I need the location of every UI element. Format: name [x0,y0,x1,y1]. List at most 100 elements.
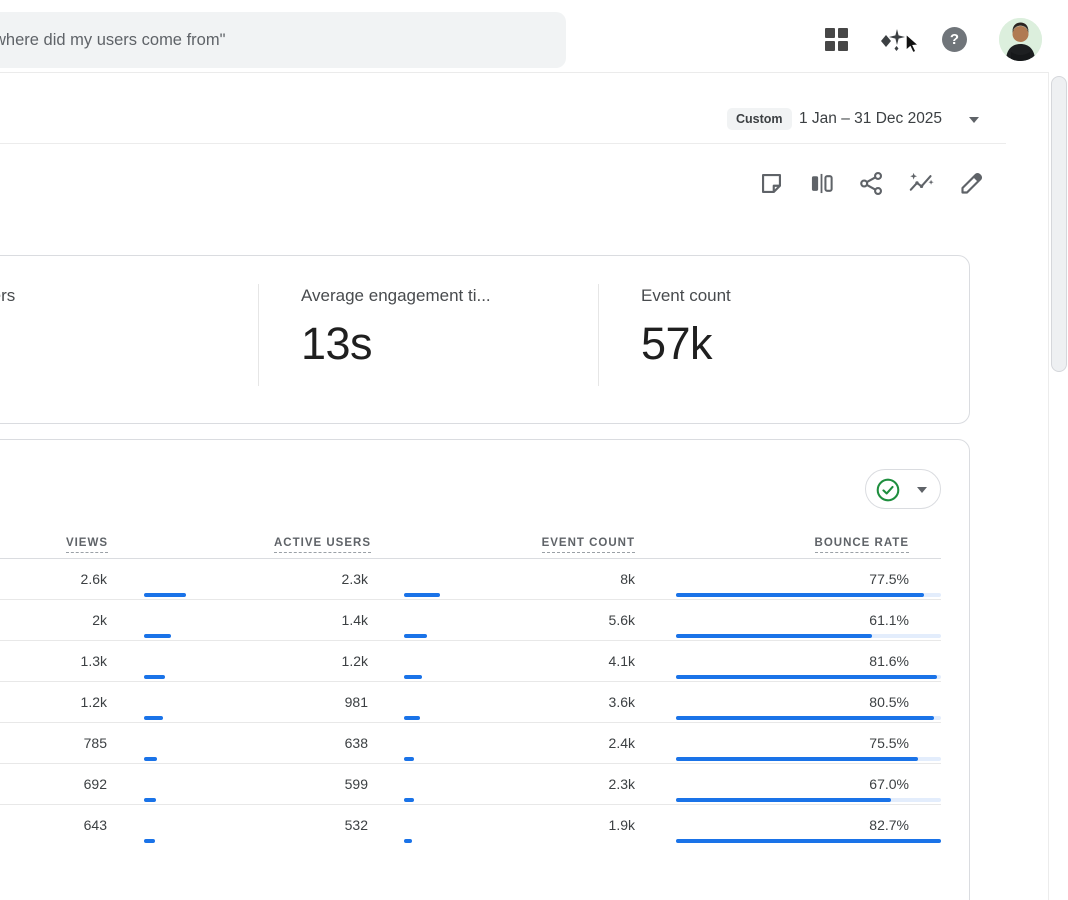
edit-button[interactable] [958,169,986,197]
active-users-cell: 1.2k [342,653,368,669]
bounce-rate-bar [676,634,872,638]
active-users-cell: 1.4k [342,612,368,628]
views-cell: 643 [84,817,107,833]
active-users-cell: 599 [345,776,368,792]
date-range-selector[interactable]: 1 Jan – 31 Dec 2025 [799,110,942,128]
views-bar [144,675,165,679]
views-bar [144,757,157,761]
active-users-cell: 532 [345,817,368,833]
search-input[interactable]: where did my users come from" [0,12,566,68]
comparison-button[interactable] [808,169,836,197]
views-bar [144,798,156,802]
metric-value: 57k [641,318,712,370]
event-count-cell: 4.1k [609,653,635,669]
views-cell: 1.2k [81,694,107,710]
metric-divider [598,284,599,386]
active-users-cell: 638 [345,735,368,751]
bounce-rate-bar [676,716,934,720]
views-bar [144,716,163,720]
bounce-rate-cell: 61.1% [869,612,909,628]
bounce-rate-cell: 75.5% [869,735,909,751]
bounce-rate-cell: 77.5% [869,571,909,587]
data-quality-chevron-down-icon [917,487,927,493]
views-bar [144,634,171,638]
user-avatar[interactable] [999,18,1042,61]
event-count-cell: 2.4k [609,735,635,751]
table-row: 2k 1.4k 5.6k 61.1% [0,600,941,641]
table-row: 785 638 2.4k 75.5% [0,723,941,764]
active-users-bar [404,634,427,638]
active-users-bar [404,798,414,802]
views-cell: 692 [84,776,107,792]
active-users-bar [404,675,422,679]
views-cell: 785 [84,735,107,751]
insights-icon [908,170,935,197]
date-custom-badge: Custom [727,108,792,130]
section-divider [0,143,1006,144]
column-header-active-users[interactable]: ACTIVE USERS [274,537,371,553]
event-count-cell: 5.6k [609,612,635,628]
views-cell: 1.3k [81,653,107,669]
table-row: 2.6k 2.3k 8k 77.5% [0,559,941,600]
metric-label: Average engagement ti... [301,286,491,306]
table-row: 1.2k 981 3.6k 80.5% [0,682,941,723]
metric-label: Event count [641,286,731,306]
bounce-rate-cell: 82.7% [869,817,909,833]
header-divider [0,72,1048,73]
views-bar [144,593,186,597]
bounce-rate-bar [676,839,941,843]
search-query-text: where did my users come from" [0,12,225,68]
bounce-rate-cell: 67.0% [869,776,909,792]
gemini-sparkle-button[interactable] [878,26,906,54]
column-header-bounce-rate[interactable]: BOUNCE RATE [815,537,909,553]
summary-metrics-card: New users 4k Average engagement ti... 13… [0,255,970,424]
bounce-rate-bar [676,675,937,679]
data-quality-button[interactable] [865,469,941,509]
help-button[interactable]: ? [942,27,967,52]
column-header-views[interactable]: VIEWS [66,537,108,553]
date-chevron-down-icon[interactable] [969,117,979,123]
metric-value: 13s [301,318,372,370]
table-body: 2.6k 2.3k 8k 77.5% 2k 1.4k 5.6k 61.1% 1.3k 1.2k 4.… [0,559,941,845]
apps-grid-button[interactable] [824,27,849,52]
table-row: 1.3k 1.2k 4.1k 81.6% [0,641,941,682]
event-count-cell: 2.3k [609,776,635,792]
apps-grid-icon [824,27,849,52]
report-table-card: VIEWS ACTIVE USERS EVENT COUNT BOUNCE RA… [0,439,970,900]
bounce-rate-bar [676,757,918,761]
bounce-rate-cell: 81.6% [869,653,909,669]
event-count-cell: 1.9k [609,817,635,833]
mouse-cursor-icon [904,33,924,55]
views-cell: 2.6k [81,571,107,587]
notes-icon [758,170,785,197]
metric-label: New users [0,286,15,306]
insights-button[interactable] [908,169,936,197]
table-row: 643 532 1.9k 82.7% [0,805,941,845]
views-bar [144,839,155,843]
bounce-rate-bar [676,798,891,802]
active-users-bar [404,593,440,597]
active-users-cell: 981 [345,694,368,710]
views-cell: 2k [92,612,107,628]
event-count-cell: 8k [620,571,635,587]
check-circle-icon [875,477,901,503]
event-count-cell: 3.6k [609,694,635,710]
notes-button[interactable] [758,169,786,197]
bounce-rate-cell: 80.5% [869,694,909,710]
table-header-row: VIEWS ACTIVE USERS EVENT COUNT BOUNCE RA… [0,526,941,559]
bounce-rate-bar [676,593,924,597]
help-icon: ? [942,27,967,52]
edit-icon [958,170,985,197]
metric-divider [258,284,259,386]
scrollbar-thumb[interactable] [1051,76,1067,372]
share-icon [858,170,885,197]
column-header-event-count[interactable]: EVENT COUNT [542,537,635,553]
active-users-cell: 2.3k [342,571,368,587]
active-users-bar [404,716,420,720]
share-button[interactable] [858,169,886,197]
gemini-sparkle-icon [878,26,906,54]
table-row: 692 599 2.3k 67.0% [0,764,941,805]
avatar-photo [999,18,1042,61]
comparison-icon [808,170,835,197]
active-users-bar [404,839,412,843]
